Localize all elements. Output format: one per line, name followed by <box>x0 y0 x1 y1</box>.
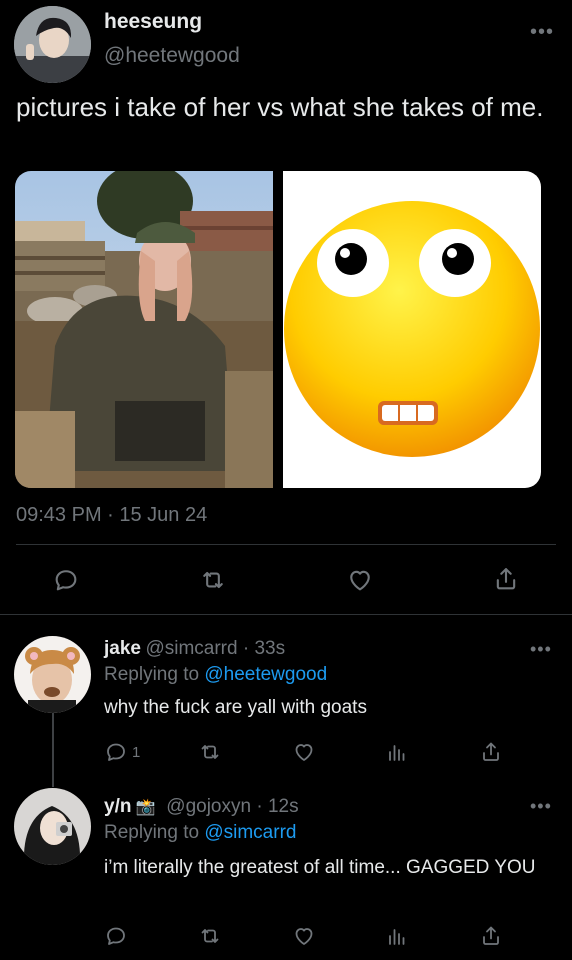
author-handle[interactable]: @heetewgood <box>104 44 240 68</box>
reply-icon <box>107 927 125 945</box>
reply-icon <box>55 570 77 591</box>
retweet-button[interactable] <box>197 740 223 764</box>
views-button[interactable] <box>385 924 409 948</box>
retweet-button[interactable] <box>198 566 228 594</box>
media-photo-left[interactable] <box>15 171 273 488</box>
thread-line <box>52 713 54 787</box>
reply-display-name[interactable]: jake <box>104 638 141 659</box>
tweet-timestamp[interactable]: 09:43 PM · 15 Jun 24 <box>16 504 207 527</box>
divider <box>16 544 556 545</box>
like-button[interactable] <box>345 566 375 594</box>
reply-handle[interactable]: @simcarrd · 33s <box>145 638 285 659</box>
retweet-icon <box>201 929 219 943</box>
share-icon <box>483 926 499 945</box>
like-icon <box>350 570 370 591</box>
more-options-icon[interactable]: ••• <box>530 797 552 815</box>
more-options-icon[interactable]: ••• <box>530 640 552 658</box>
replying-to: Replying to @simcarrd <box>104 822 297 843</box>
retweet-icon <box>201 745 219 759</box>
tweet-text: pictures i take of her vs what she takes… <box>16 92 544 122</box>
reply-avatar-yn[interactable] <box>14 788 91 865</box>
reply-header: y/n 📸 @gojoxyn · 12s <box>104 796 299 818</box>
reply-icon <box>107 743 125 761</box>
replying-to-link[interactable]: @heetewgood <box>204 664 327 685</box>
like-icon <box>295 744 313 761</box>
share-button[interactable] <box>492 564 520 594</box>
like-button[interactable] <box>291 740 317 764</box>
reply-button[interactable] <box>104 924 128 948</box>
media-photo-right[interactable] <box>283 171 541 488</box>
share-button[interactable] <box>479 739 503 765</box>
reply-text: i’m literally the greatest of all time..… <box>104 857 536 878</box>
divider <box>0 614 572 615</box>
reply-button[interactable]: 1 <box>104 740 140 764</box>
reply-handle[interactable]: @gojoxyn · 12s <box>166 796 298 817</box>
retweet-button[interactable] <box>197 924 223 948</box>
author-display-name[interactable]: heeseung <box>104 10 202 34</box>
retweet-icon <box>203 571 223 589</box>
reply-count: 1 <box>132 743 141 761</box>
like-icon <box>295 928 313 945</box>
camera-flash-icon: 📸 <box>135 799 156 816</box>
views-icon <box>389 745 405 761</box>
replying-to: Replying to @heetewgood <box>104 664 328 685</box>
like-button[interactable] <box>291 924 317 948</box>
views-button[interactable] <box>385 740 409 764</box>
reply-text: why the fuck are yall with goats <box>104 697 367 718</box>
share-icon <box>483 742 499 761</box>
share-icon <box>496 568 516 590</box>
share-button[interactable] <box>479 923 503 949</box>
reply-avatar-jake[interactable] <box>14 636 91 713</box>
author-avatar[interactable] <box>14 6 91 83</box>
reply-display-name[interactable]: y/n <box>104 796 131 817</box>
replying-to-link[interactable]: @simcarrd <box>204 822 296 843</box>
reply-header: jake @simcarrd · 33s <box>104 638 285 660</box>
more-options-icon[interactable]: ••• <box>530 22 554 42</box>
views-icon <box>389 929 405 945</box>
tweet-media[interactable] <box>15 171 541 488</box>
reply-button[interactable] <box>52 566 80 594</box>
